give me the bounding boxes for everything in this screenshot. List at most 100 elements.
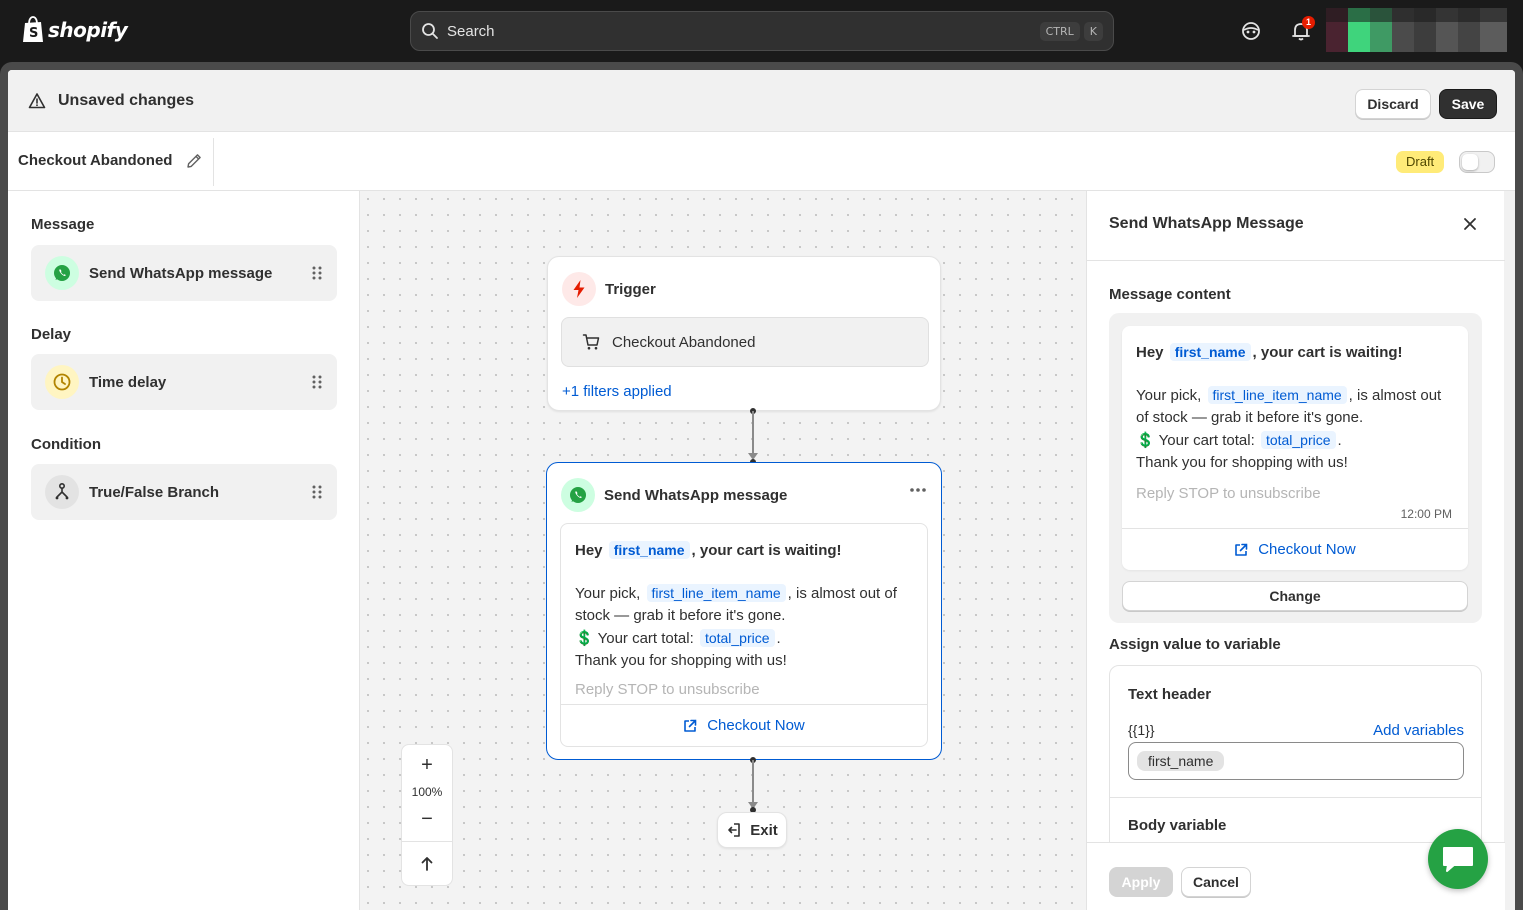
message-node-title: Send WhatsApp message [604,486,788,504]
whatsapp-icon [45,256,79,290]
search-bar[interactable]: Search CTRL K [410,11,1114,51]
variable-chip: first_name [608,541,690,559]
message-body: Hey first_name, your cart is waiting! Yo… [561,524,927,701]
shopify-logo[interactable]: S shopify [22,16,128,44]
preview-timestamp: 12:00 PM [1400,507,1452,521]
drag-handle-icon[interactable] [311,484,323,500]
palette-item-time-delay[interactable]: Time delay [31,354,337,410]
palette-item-whatsapp[interactable]: Send WhatsApp message [31,245,337,301]
line-prefix: Your pick, [575,584,641,602]
palette-item-label: Time delay [89,373,167,391]
variable-chip: first_line_item_name [1207,385,1347,404]
assign-variables-card: Text header {{1}} Add variables first_na… [1109,665,1482,842]
total-prefix: Your cart total: [1158,431,1255,449]
pencil-icon[interactable] [185,152,203,170]
zoom-out-button[interactable]: − [402,805,452,833]
exit-node[interactable]: Exit [717,812,787,848]
sidekick-icon[interactable] [1240,20,1262,42]
greeting-prefix: Hey [1136,344,1164,361]
branch-icon [45,475,79,509]
palette-heading-delay: Delay [31,326,72,343]
variable-tag[interactable]: first_name [1137,751,1225,771]
message-node-header: Send WhatsApp message [561,478,787,512]
message-greeting: Hey first_name, your cart is waiting! [1136,342,1454,365]
whatsapp-message-node[interactable]: Send WhatsApp message Hey first_name, yo… [546,462,942,760]
add-variables-link[interactable]: Add variables [1373,722,1464,739]
variable-chip: total_price [699,628,775,647]
message-line: Your pick, first_line_item_name, is almo… [1136,385,1454,430]
zoom-in-button[interactable]: + [402,751,452,779]
connector-line [752,760,754,804]
cart-icon [582,334,600,350]
message-total-line: 💲 Your cart total: total_price. [575,628,913,651]
divider [1110,797,1481,798]
workflow-canvas[interactable]: Trigger Checkout Abandoned +1 filters ap… [360,191,1086,910]
checkout-now-button[interactable]: Checkout Now [1122,528,1468,570]
external-link-icon [684,719,697,732]
drag-handle-icon[interactable] [311,374,323,390]
shortcut-key-k: K [1083,21,1103,41]
total-prefix: Your cart total: [597,629,694,647]
step-palette: Message Send WhatsApp message Delay Time… [8,191,360,910]
search-placeholder: Search [447,22,495,40]
lightning-icon [562,272,596,306]
chat-widget-button[interactable] [1428,829,1488,889]
unsaved-message: Unsaved changes [58,91,195,109]
drag-handle-icon[interactable] [311,265,323,281]
message-body: Hey first_name, your cart is waiting! Yo… [1122,326,1468,505]
trigger-event-label: Checkout Abandoned [612,333,756,351]
variable-chip: total_price [1260,430,1336,449]
shortcut-key-ctrl: CTRL [1039,21,1080,41]
top-bar: S shopify Search CTRL K 1 [0,0,1523,62]
save-button[interactable]: Save [1439,89,1497,119]
palette-item-branch[interactable]: True/False Branch [31,464,337,520]
line-prefix: Your pick, [1136,386,1202,404]
palette-item-label: Send WhatsApp message [89,264,273,282]
greeting-prefix: Hey [575,542,603,559]
activate-toggle[interactable] [1459,151,1495,173]
change-template-button[interactable]: Change [1122,581,1468,611]
app-frame: Unsaved changes Discard Save Checkout Ab… [0,62,1523,910]
step-settings-panel: Send WhatsApp Message Message content He… [1086,191,1505,910]
cancel-button[interactable]: Cancel [1181,867,1251,897]
store-avatar[interactable] [1326,8,1507,52]
trigger-event[interactable]: Checkout Abandoned [561,317,929,367]
body-variable-label: Body variable [1128,817,1227,834]
message-line: Your pick, first_line_item_name, is almo… [575,583,913,628]
total-suffix: . [1337,431,1342,449]
message-thanks: Thank you for shopping with us! [575,652,787,669]
apply-button[interactable]: Apply [1109,867,1173,897]
cta-label: Checkout Now [1258,541,1356,558]
message-preview: Hey first_name, your cart is waiting! Yo… [1109,313,1482,623]
notification-badge: 1 [1302,16,1315,29]
external-link-icon [1235,543,1248,556]
message-content-label: Message content [1109,286,1231,303]
discard-button[interactable]: Discard [1355,89,1431,119]
checkout-now-button[interactable]: Checkout Now [561,704,927,746]
message-preview-card: Hey first_name, your cart is waiting! Yo… [560,523,928,747]
message-thanks: Thank you for shopping with us! [1136,454,1348,471]
divider [402,841,452,842]
workflow-title-bar: Checkout Abandoned Draft [8,132,1515,191]
message-footer: Reply STOP to unsubscribe [575,680,760,698]
message-footer: Reply STOP to unsubscribe [1136,484,1321,502]
panel-body: Message content Hey first_name, your car… [1087,261,1505,842]
more-horizontal-icon[interactable] [909,487,927,493]
header-variable-input[interactable]: first_name [1128,742,1464,780]
filters-applied-link[interactable]: +1 filters applied [562,383,672,400]
close-icon[interactable] [1461,215,1479,233]
trigger-node-header: Trigger [562,272,656,306]
greeting-suffix: , your cart is waiting! [1252,344,1403,361]
dollar-icon: 💲 [575,629,594,647]
palette-heading-message: Message [31,216,95,233]
cta-label: Checkout Now [707,717,805,734]
trigger-node[interactable]: Trigger Checkout Abandoned +1 filters ap… [547,256,941,411]
trigger-title: Trigger [605,280,656,298]
panel-title: Send WhatsApp Message [1109,215,1304,232]
chat-bubble-icon [1443,847,1473,872]
assign-variable-label: Assign value to variable [1109,636,1281,653]
divider [213,138,214,186]
fit-view-button[interactable] [402,849,452,879]
connector-line [752,411,754,455]
brand-name: shopify [48,18,128,42]
